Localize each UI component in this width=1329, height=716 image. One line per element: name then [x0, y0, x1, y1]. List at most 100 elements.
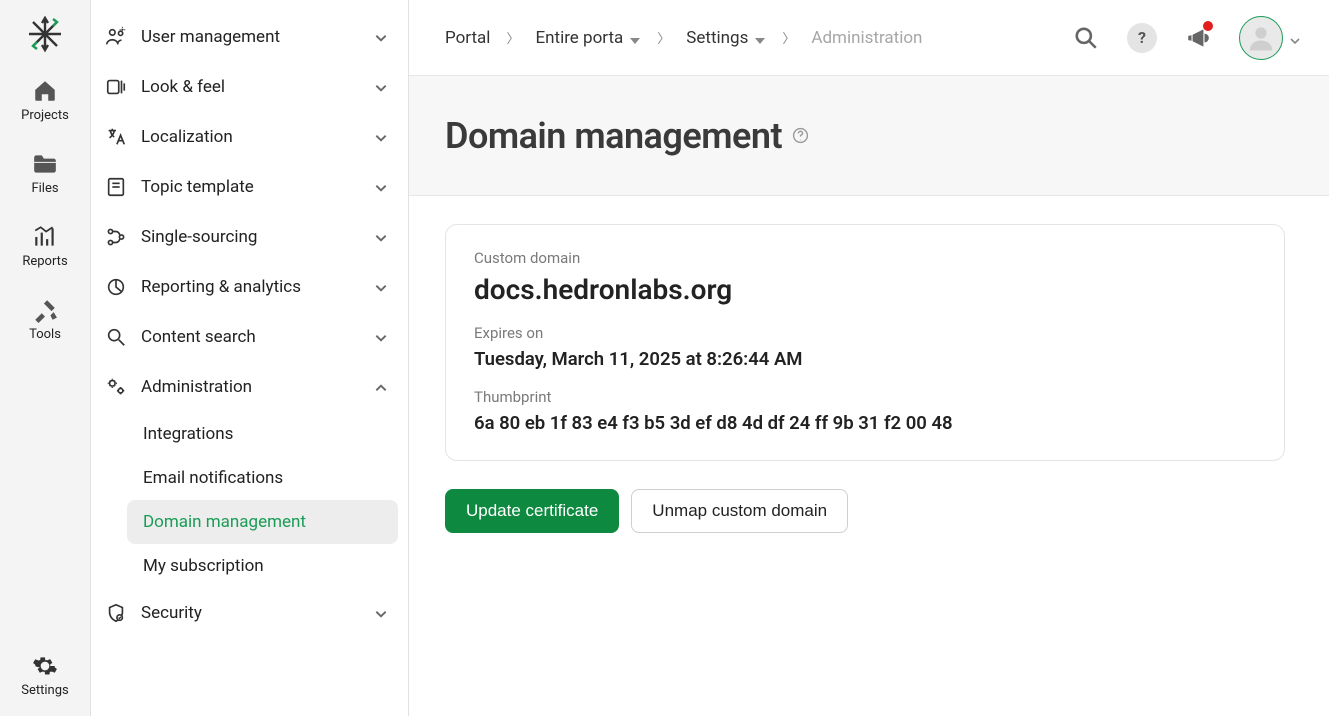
iconbar-item-label: Files [31, 181, 58, 196]
shield-icon [105, 602, 127, 624]
chevron-down-icon [374, 180, 388, 194]
caret-down-icon [629, 32, 641, 44]
panel-section-localization[interactable]: Localization [99, 112, 398, 162]
field-value: 6a 80 eb 1f 83 e4 f3 b5 3d ef d8 4d df 2… [474, 412, 1256, 434]
field-label: Expires on [474, 324, 1256, 342]
iconbar-item-tools[interactable]: Tools [29, 297, 61, 342]
panel-section-label: Localization [141, 127, 360, 147]
chevron-down-icon [1289, 32, 1301, 44]
info-icon[interactable] [792, 127, 809, 144]
chevron-down-icon [374, 130, 388, 144]
panel-section-label: Security [141, 603, 360, 623]
search-icon [105, 326, 127, 348]
home-icon [32, 78, 58, 104]
gear-icon [32, 653, 58, 679]
crumb-entire-portal[interactable]: Entire porta [535, 28, 641, 48]
crumb-separator: 〉 [657, 28, 670, 47]
chevron-down-icon [374, 330, 388, 344]
chevron-down-icon [374, 280, 388, 294]
unmap-domain-button[interactable]: Unmap custom domain [631, 489, 848, 533]
crumb-label: Administration [811, 28, 922, 48]
crumb-separator: 〉 [506, 28, 519, 47]
admin-icon [105, 376, 127, 398]
panel-section-label: Topic template [141, 177, 360, 197]
page-title: Domain management [445, 115, 782, 157]
field-expires: Expires on Tuesday, March 11, 2025 at 8:… [474, 324, 1256, 370]
field-custom-domain: Custom domain docs.hedronlabs.org [474, 249, 1256, 306]
sub-item-my-subscription[interactable]: My subscription [127, 544, 398, 588]
page-heading: Domain management [409, 76, 1329, 196]
pie-icon [105, 276, 127, 298]
user-menu[interactable] [1239, 16, 1301, 60]
caret-down-icon [754, 32, 766, 44]
announcements-button[interactable] [1185, 25, 1211, 51]
sub-item-email-notifications[interactable]: Email notifications [127, 456, 398, 500]
panel-section-look-feel[interactable]: Look & feel [99, 62, 398, 112]
breadcrumb: Portal 〉 Entire porta 〉 Settings 〉 Admin… [445, 28, 922, 48]
chevron-down-icon [374, 30, 388, 44]
chevron-down-icon [374, 230, 388, 244]
sub-item-integrations[interactable]: Integrations [127, 412, 398, 456]
administration-children: Integrations Email notifications Domain … [99, 412, 398, 588]
palette-icon [105, 76, 127, 98]
panel-section-label: Look & feel [141, 77, 360, 97]
avatar [1239, 16, 1283, 60]
template-icon [105, 176, 127, 198]
update-certificate-button[interactable]: Update certificate [445, 489, 619, 533]
chart-icon [32, 224, 58, 250]
panel-section-topic-template[interactable]: Topic template [99, 162, 398, 212]
iconbar-item-label: Settings [21, 683, 68, 698]
chevron-down-icon [374, 80, 388, 94]
panel-section-administration[interactable]: Administration [99, 362, 398, 412]
iconbar-item-label: Tools [29, 327, 61, 342]
branch-icon [105, 226, 127, 248]
settings-panel: User management Look & feel Localization… [91, 0, 409, 716]
panel-section-user-management[interactable]: User management [99, 12, 398, 62]
tools-icon [32, 297, 58, 323]
iconbar-item-label: Reports [22, 254, 67, 269]
panel-section-reporting-analytics[interactable]: Reporting & analytics [99, 262, 398, 312]
app-logo [25, 14, 65, 54]
crumb-administration: Administration [811, 28, 922, 48]
panel-section-content-search[interactable]: Content search [99, 312, 398, 362]
iconbar: Projects Files Reports Tools Setti [0, 0, 91, 716]
crumb-settings[interactable]: Settings [686, 28, 766, 48]
crumb-label: Portal [445, 28, 490, 48]
topbar-actions: ? [1073, 16, 1301, 60]
topbar: Portal 〉 Entire porta 〉 Settings 〉 Admin… [409, 0, 1329, 76]
crumb-portal[interactable]: Portal [445, 28, 490, 48]
panel-section-label: Administration [141, 377, 360, 397]
panel-section-label: Reporting & analytics [141, 277, 360, 297]
iconbar-item-settings[interactable]: Settings [21, 653, 68, 698]
chevron-up-icon [374, 380, 388, 394]
page-content: Custom domain docs.hedronlabs.org Expire… [409, 196, 1329, 716]
folder-icon [32, 151, 58, 177]
field-value: docs.hedronlabs.org [474, 273, 1256, 306]
panel-section-security[interactable]: Security [99, 588, 398, 638]
users-icon [105, 26, 127, 48]
iconbar-item-files[interactable]: Files [31, 151, 58, 196]
panel-section-label: Content search [141, 327, 360, 347]
field-thumbprint: Thumbprint 6a 80 eb 1f 83 e4 f3 b5 3d ef… [474, 388, 1256, 434]
panel-section-single-sourcing[interactable]: Single-sourcing [99, 212, 398, 262]
iconbar-item-reports[interactable]: Reports [22, 224, 67, 269]
help-button[interactable]: ? [1127, 23, 1157, 53]
field-label: Custom domain [474, 249, 1256, 267]
notification-dot [1203, 21, 1213, 31]
panel-section-label: User management [141, 27, 360, 47]
button-row: Update certificate Unmap custom domain [445, 489, 1293, 533]
crumb-label: Settings [686, 28, 748, 48]
translate-icon [105, 126, 127, 148]
sub-item-domain-management[interactable]: Domain management [127, 500, 398, 544]
field-value: Tuesday, March 11, 2025 at 8:26:44 AM [474, 348, 1256, 370]
domain-card: Custom domain docs.hedronlabs.org Expire… [445, 224, 1285, 461]
iconbar-item-label: Projects [21, 108, 69, 123]
search-button[interactable] [1073, 25, 1099, 51]
crumb-label: Entire porta [535, 28, 623, 48]
crumb-separator: 〉 [782, 28, 795, 47]
iconbar-item-projects[interactable]: Projects [21, 78, 69, 123]
panel-section-label: Single-sourcing [141, 227, 360, 247]
field-label: Thumbprint [474, 388, 1256, 406]
main-area: Portal 〉 Entire porta 〉 Settings 〉 Admin… [409, 0, 1329, 716]
chevron-down-icon [374, 606, 388, 620]
